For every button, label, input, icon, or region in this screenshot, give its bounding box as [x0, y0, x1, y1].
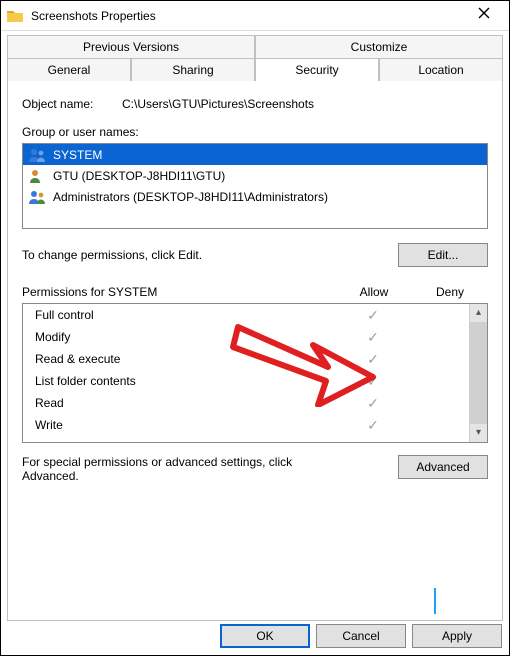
- permission-row[interactable]: Read & execute✓: [23, 348, 469, 370]
- check-icon: ✓: [341, 373, 405, 390]
- list-item-system[interactable]: SYSTEM: [23, 144, 487, 165]
- permission-name: Full control: [35, 308, 341, 322]
- check-icon: ✓: [341, 395, 405, 412]
- advanced-button[interactable]: Advanced: [398, 455, 488, 479]
- close-button[interactable]: [465, 3, 503, 27]
- permissions-list: Full control✓Modify✓Read & execute✓List …: [22, 303, 488, 443]
- scroll-up-icon[interactable]: ▴: [470, 304, 487, 322]
- cancel-button[interactable]: Cancel: [316, 624, 406, 648]
- permissions-scrollbar[interactable]: ▴ ▾: [469, 304, 487, 442]
- list-item-label: Administrators (DESKTOP-J8HDI11\Administ…: [53, 190, 328, 204]
- ok-button[interactable]: OK: [220, 624, 310, 648]
- tab-security[interactable]: Security: [255, 58, 379, 81]
- object-name-value: C:\Users\GTU\Pictures\Screenshots: [122, 97, 488, 111]
- scroll-track[interactable]: [470, 322, 487, 424]
- check-icon: ✓: [341, 351, 405, 368]
- tab-customize[interactable]: Customize: [255, 35, 503, 58]
- group-names-label: Group or user names:: [22, 125, 488, 139]
- permission-row[interactable]: List folder contents✓: [23, 370, 469, 392]
- edit-hint: To change permissions, click Edit.: [22, 248, 202, 262]
- group-icon: [29, 148, 47, 162]
- text-cursor-caret: [434, 588, 436, 614]
- advanced-hint: For special permissions or advanced sett…: [22, 455, 322, 483]
- scroll-down-icon[interactable]: ▾: [470, 424, 487, 442]
- perm-col-allow: Allow: [336, 285, 412, 299]
- list-item-gtu[interactable]: GTU (DESKTOP-J8HDI11\GTU): [23, 165, 487, 186]
- check-icon: ✓: [341, 329, 405, 346]
- group-icon: [29, 190, 47, 204]
- permission-row[interactable]: Write✓: [23, 414, 469, 436]
- list-item-administrators[interactable]: Administrators (DESKTOP-J8HDI11\Administ…: [23, 186, 487, 207]
- permissions-header: Permissions for SYSTEM: [22, 285, 336, 299]
- object-name-label: Object name:: [22, 97, 122, 111]
- tab-content-security: Object name: C:\Users\GTU\Pictures\Scree…: [7, 81, 503, 621]
- permission-name: List folder contents: [35, 374, 341, 388]
- list-item-label: SYSTEM: [53, 148, 102, 162]
- group-user-list[interactable]: SYSTEM GTU (DESKTOP-J8HDI11\GTU) Adminis…: [22, 143, 488, 229]
- permission-name: Read & execute: [35, 352, 341, 366]
- user-icon: [29, 169, 47, 183]
- list-item-label: GTU (DESKTOP-J8HDI11\GTU): [53, 169, 225, 183]
- permission-name: Write: [35, 418, 341, 432]
- window-title: Screenshots Properties: [31, 9, 156, 23]
- check-icon: ✓: [341, 307, 405, 324]
- titlebar: Screenshots Properties: [1, 1, 509, 31]
- tabs: Previous Versions Customize General Shar…: [1, 31, 509, 81]
- tab-location[interactable]: Location: [379, 58, 503, 81]
- permission-name: Read: [35, 396, 341, 410]
- tab-general[interactable]: General: [7, 58, 131, 81]
- perm-col-deny: Deny: [412, 285, 488, 299]
- apply-button[interactable]: Apply: [412, 624, 502, 648]
- edit-button[interactable]: Edit...: [398, 243, 488, 267]
- dialog-buttons: OK Cancel Apply: [220, 624, 502, 648]
- tab-sharing[interactable]: Sharing: [131, 58, 255, 81]
- permission-row[interactable]: Read✓: [23, 392, 469, 414]
- permission-name: Modify: [35, 330, 341, 344]
- folder-icon: [7, 9, 23, 23]
- tab-previous-versions[interactable]: Previous Versions: [7, 35, 255, 58]
- permission-row[interactable]: Full control✓: [23, 304, 469, 326]
- permission-row[interactable]: Modify✓: [23, 326, 469, 348]
- check-icon: ✓: [341, 417, 405, 434]
